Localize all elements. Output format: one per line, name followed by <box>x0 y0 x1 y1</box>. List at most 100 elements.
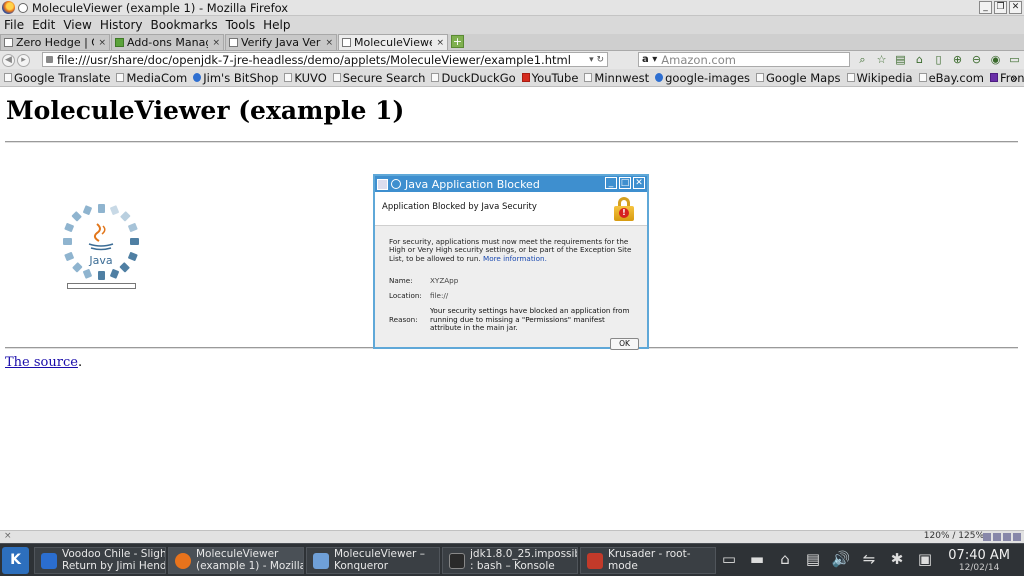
tab-bar: Zero Hedge | O... × Add-ons Manager × Ve… <box>0 34 1024 51</box>
clipboard-icon[interactable]: ▤ <box>802 548 824 570</box>
menu-bookmarks[interactable]: Bookmarks <box>151 18 218 32</box>
window-menu-icon[interactable] <box>391 179 401 189</box>
monitor-icon[interactable]: ▭ <box>1008 53 1021 67</box>
task-firefox[interactable]: MoleculeViewer (example 1) - Mozilla <box>168 547 304 574</box>
zoom-out-icon[interactable]: ⊖ <box>970 53 983 67</box>
bookmark-mediacom[interactable]: MediaCom <box>116 71 187 85</box>
bookmark-wikipedia[interactable]: Wikipedia <box>846 71 913 85</box>
tab-moleculeviewer[interactable]: MoleculeViewe... × <box>338 34 448 50</box>
maximize-button[interactable]: ❐ <box>994 1 1007 14</box>
bookmark-duckduckgo[interactable]: DuckDuckGo <box>431 71 516 85</box>
task-krusader[interactable]: Krusader - root-mode <box>580 547 716 574</box>
globe-icon <box>193 73 202 82</box>
field-key: Reason: <box>389 314 418 324</box>
binoculars-icon[interactable]: ⌕ <box>856 53 869 67</box>
field-value: XYZApp <box>430 275 459 285</box>
volume-icon[interactable]: 🔊 <box>830 548 852 570</box>
bookmark-youtube[interactable]: YouTube <box>521 71 578 85</box>
home-icon[interactable]: ⌂ <box>913 53 926 67</box>
star-icon[interactable]: ☆ <box>875 53 888 67</box>
tab-close-icon[interactable]: × <box>212 38 220 48</box>
source-link[interactable]: The source <box>5 355 78 370</box>
menu-history[interactable]: History <box>100 18 143 32</box>
terminal-icon[interactable]: ▭ <box>718 548 740 570</box>
zoom-level[interactable]: 120% / 125% <box>924 531 984 541</box>
addon-icon[interactable] <box>993 533 1001 541</box>
page-icon <box>284 73 293 82</box>
bookmark-label: Secure Search <box>342 70 426 85</box>
tab-close-icon[interactable]: × <box>98 38 106 48</box>
search-bar[interactable]: a ▾ Amazon.com <box>638 52 850 67</box>
search-icon[interactable]: ⌂ <box>774 548 796 570</box>
page-icon <box>846 73 855 82</box>
ok-button[interactable]: OK <box>610 338 639 350</box>
display-icon[interactable]: ▬ <box>746 548 768 570</box>
menu-file[interactable]: File <box>4 18 24 32</box>
wired-network-icon[interactable]: ▣ <box>914 548 936 570</box>
page-icon <box>4 73 12 82</box>
task-konqueror[interactable]: MoleculeViewer – Konqueror <box>306 547 440 574</box>
terminal-icon <box>449 552 465 569</box>
task-konsole[interactable]: jdk1.8.0_25.impossib: bash – Konsole <box>442 547 578 574</box>
network-icon[interactable]: ⇋ <box>858 548 880 570</box>
back-button[interactable]: ◀ <box>2 53 15 67</box>
site-identity-icon[interactable] <box>46 56 53 63</box>
more-information-link[interactable]: More information. <box>483 254 547 263</box>
addon-icon[interactable] <box>1003 533 1011 541</box>
window-menu-icon[interactable] <box>18 2 28 13</box>
bookmarks-overflow-button[interactable]: » <box>1011 71 1018 85</box>
bookmark-secure-search[interactable]: Secure Search <box>332 70 426 85</box>
bookmark-google-images[interactable]: google-images <box>655 71 750 85</box>
dialog-maximize-button[interactable]: □ <box>619 177 631 189</box>
bookmark-label: KUVO <box>294 70 327 85</box>
addon-icon[interactable] <box>1013 533 1021 541</box>
field-name-row: Name: XYZApp <box>389 275 633 285</box>
bluetooth-icon[interactable]: ✱ <box>886 548 908 570</box>
bookmark-minnwest[interactable]: Minnwest <box>584 71 649 85</box>
new-tab-button[interactable]: + <box>451 35 464 48</box>
dialog-titlebar: Java Application Blocked _ □ ✕ <box>375 176 647 192</box>
dialog-minimize-button[interactable]: _ <box>605 177 617 189</box>
menu-bar: File Edit View History Bookmarks Tools H… <box>0 16 1024 34</box>
tab-close-icon[interactable]: × <box>325 38 333 48</box>
bookmarks-toolbar: Google Translate MediaCom Jim's BitShop … <box>0 69 1024 87</box>
tab-addons-manager[interactable]: Add-ons Manager × <box>111 34 224 50</box>
field-value: file:// <box>430 291 449 301</box>
page-icon <box>431 73 440 82</box>
tab-verify-java[interactable]: Verify Java Vers... × <box>225 34 337 50</box>
dialog-close-button[interactable]: ✕ <box>633 177 645 189</box>
menu-help[interactable]: Help <box>263 18 290 32</box>
forward-button[interactable]: ▸ <box>17 53 30 67</box>
menu-view[interactable]: View <box>63 18 91 32</box>
bookmark-frontiernet[interactable]: FrontierNet <box>990 71 1024 85</box>
tab-close-icon[interactable]: × <box>436 38 444 48</box>
bookmark-google-translate[interactable]: Google Translate <box>4 71 110 85</box>
tab-zero-hedge[interactable]: Zero Hedge | O... × <box>0 34 110 50</box>
url-bar[interactable]: file:///usr/share/doc/openjdk-7-jre-head… <box>42 52 608 67</box>
field-value: Your security settings have blocked an a… <box>430 306 630 332</box>
page-icon[interactable]: ▯ <box>932 53 945 67</box>
dialog-header-text: Application Blocked by Java Security <box>382 202 537 212</box>
bookmark-ebay[interactable]: eBay.com <box>918 71 984 85</box>
menu-tools[interactable]: Tools <box>226 18 256 32</box>
search-input[interactable]: Amazon.com <box>661 53 736 67</box>
bookmark-kuvo[interactable]: KUVO <box>284 70 327 85</box>
kde-start-menu-icon[interactable]: K <box>2 547 29 574</box>
close-button[interactable]: ✕ <box>1009 1 1022 14</box>
zoom-in-icon[interactable]: ⊕ <box>951 53 964 67</box>
java-logo-text: Java <box>88 254 112 267</box>
clock[interactable]: 07:40 AM 12/02/14 <box>948 548 1010 573</box>
menu-edit[interactable]: Edit <box>32 18 55 32</box>
zoom-reset-icon[interactable]: ◉ <box>989 53 1002 67</box>
url-dropdown-reload-icon[interactable]: ▾ ↻ <box>589 55 604 65</box>
url-text[interactable]: file:///usr/share/doc/openjdk-7-jre-head… <box>57 53 571 67</box>
bookmark-jims-bitshop[interactable]: Jim's BitShop <box>193 71 278 85</box>
tab-label: MoleculeViewe... <box>354 36 432 49</box>
task-voodoo-chile[interactable]: Voodoo Chile - Slight Return by Jimi Hend <box>34 547 166 574</box>
minimize-button[interactable]: _ <box>979 1 992 14</box>
addon-icon[interactable] <box>983 533 991 541</box>
amazon-engine-icon[interactable]: a ▾ <box>642 54 657 65</box>
clipboard-icon[interactable]: ▤ <box>894 53 907 67</box>
status-close-icon[interactable]: × <box>4 531 12 541</box>
bookmark-google-maps[interactable]: Google Maps <box>756 71 841 85</box>
